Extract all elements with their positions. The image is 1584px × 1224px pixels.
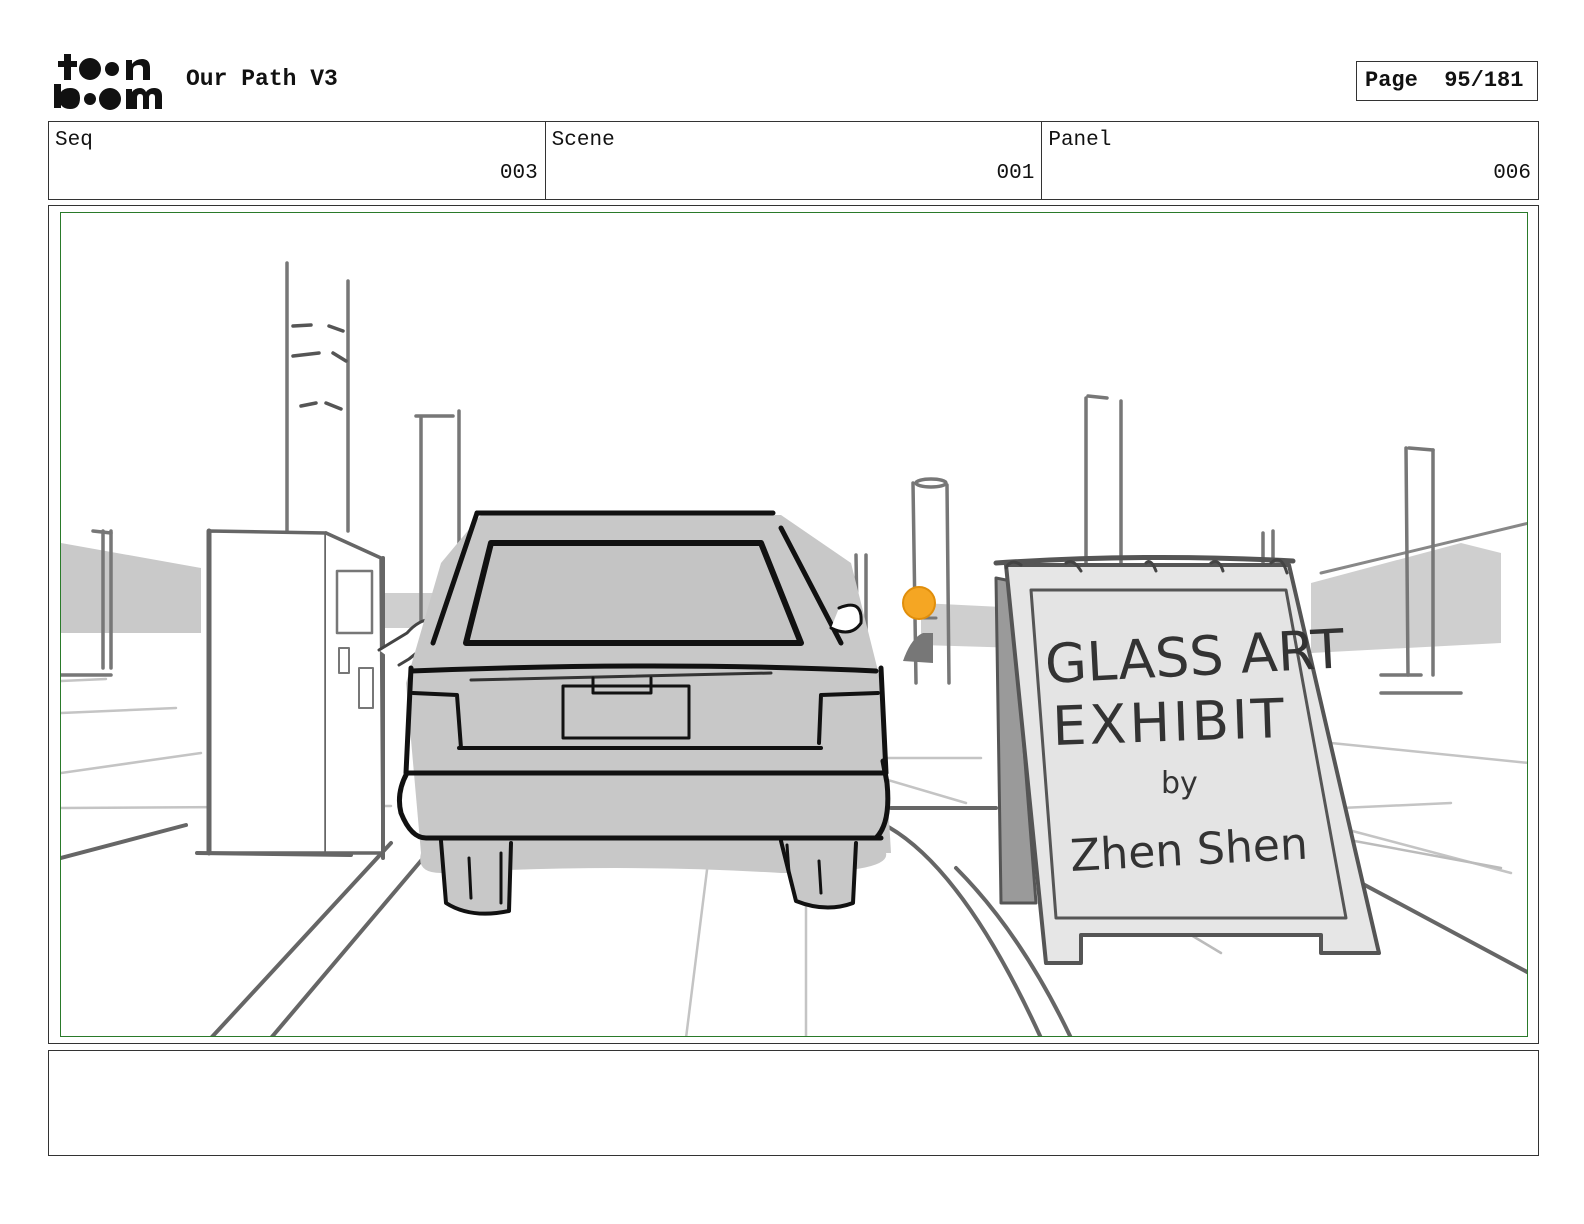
shot-info-row: Seq 003 Scene 001 Panel 006 bbox=[48, 121, 1539, 200]
seq-label: Seq bbox=[55, 129, 93, 152]
car bbox=[397, 510, 891, 916]
scene-label: Scene bbox=[551, 129, 615, 152]
toon-boom-logo bbox=[52, 50, 164, 112]
sign-line-3: by bbox=[1161, 766, 1198, 801]
page-number: 95/181 bbox=[1444, 68, 1524, 93]
page-label: Page bbox=[1365, 68, 1418, 93]
background-figure bbox=[903, 633, 933, 663]
panel-cell: Panel 006 bbox=[1042, 122, 1538, 199]
scene-value: 001 bbox=[996, 162, 1035, 185]
panel-notes-box bbox=[48, 1050, 1539, 1156]
background-hill-left bbox=[61, 543, 201, 633]
page-indicator: Page 95/181 bbox=[1356, 61, 1538, 101]
a-frame-sign: GLASS ART EXHIBIT by Zhen Shen bbox=[993, 554, 1381, 965]
seq-cell: Seq 003 bbox=[49, 122, 546, 199]
storyboard-drawing: GLASS ART EXHIBIT by Zhen Shen bbox=[60, 212, 1528, 1037]
pole-marks bbox=[291, 323, 348, 411]
seq-value: 003 bbox=[499, 162, 538, 185]
project-title: Our Path V3 bbox=[186, 66, 338, 92]
ticket-booth bbox=[195, 528, 385, 860]
panel-label: Panel bbox=[1048, 129, 1112, 152]
sign-line-2: EXHIBIT bbox=[1051, 687, 1288, 758]
panel-value: 006 bbox=[1493, 162, 1532, 185]
scene-cell: Scene 001 bbox=[546, 122, 1043, 199]
sketch-canvas: GLASS ART EXHIBIT by Zhen Shen bbox=[61, 261, 1527, 1036]
traffic-light bbox=[902, 586, 936, 620]
